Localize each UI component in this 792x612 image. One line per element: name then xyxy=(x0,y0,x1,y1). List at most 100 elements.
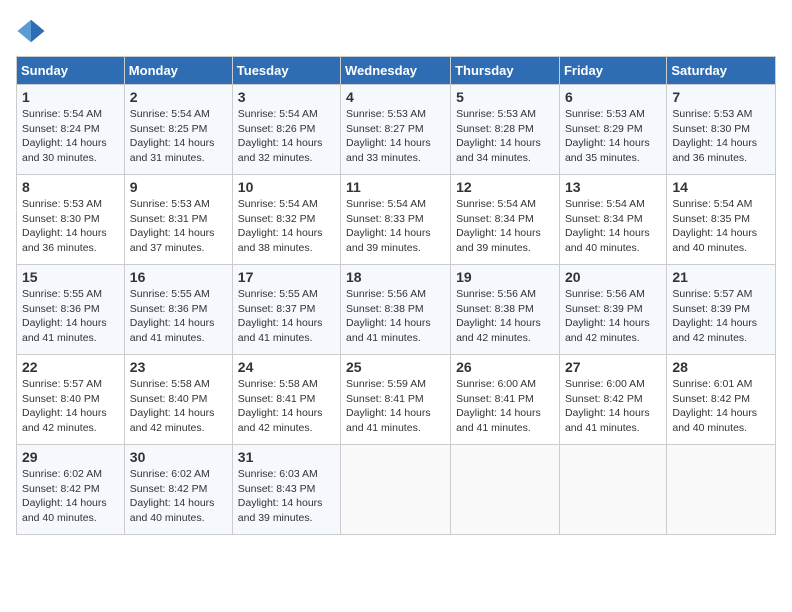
day-info: Sunrise: 6:03 AMSunset: 8:43 PMDaylight:… xyxy=(238,467,335,526)
day-number: 13 xyxy=(565,179,661,195)
day-number: 31 xyxy=(238,449,335,465)
calendar-header-row: SundayMondayTuesdayWednesdayThursdayFrid… xyxy=(17,57,776,85)
calendar-cell: 12 Sunrise: 5:54 AMSunset: 8:34 PMDayligh… xyxy=(451,175,560,265)
day-info: Sunrise: 5:54 AMSunset: 8:24 PMDaylight:… xyxy=(22,107,119,166)
calendar-cell: 5 Sunrise: 5:53 AMSunset: 8:28 PMDaylight… xyxy=(451,85,560,175)
calendar-week-row: 15 Sunrise: 5:55 AMSunset: 8:36 PMDayligh… xyxy=(17,265,776,355)
calendar-cell xyxy=(559,445,666,535)
day-info: Sunrise: 5:54 AMSunset: 8:35 PMDaylight:… xyxy=(672,197,770,256)
calendar-cell: 11 Sunrise: 5:54 AMSunset: 8:33 PMDayligh… xyxy=(341,175,451,265)
day-info: Sunrise: 6:00 AMSunset: 8:42 PMDaylight:… xyxy=(565,377,661,436)
calendar-week-row: 29 Sunrise: 6:02 AMSunset: 8:42 PMDayligh… xyxy=(17,445,776,535)
day-number: 6 xyxy=(565,89,661,105)
day-number: 15 xyxy=(22,269,119,285)
calendar-header-thursday: Thursday xyxy=(451,57,560,85)
calendar-cell: 15 Sunrise: 5:55 AMSunset: 8:36 PMDayligh… xyxy=(17,265,125,355)
calendar-header-tuesday: Tuesday xyxy=(232,57,340,85)
calendar-cell: 17 Sunrise: 5:55 AMSunset: 8:37 PMDayligh… xyxy=(232,265,340,355)
day-info: Sunrise: 5:57 AMSunset: 8:40 PMDaylight:… xyxy=(22,377,119,436)
day-number: 3 xyxy=(238,89,335,105)
day-info: Sunrise: 5:55 AMSunset: 8:36 PMDaylight:… xyxy=(130,287,227,346)
day-number: 8 xyxy=(22,179,119,195)
day-number: 10 xyxy=(238,179,335,195)
logo xyxy=(16,16,50,46)
calendar-header-friday: Friday xyxy=(559,57,666,85)
day-number: 21 xyxy=(672,269,770,285)
day-info: Sunrise: 5:54 AMSunset: 8:34 PMDaylight:… xyxy=(565,197,661,256)
calendar-cell xyxy=(667,445,776,535)
day-number: 28 xyxy=(672,359,770,375)
calendar-cell: 19 Sunrise: 5:56 AMSunset: 8:38 PMDayligh… xyxy=(451,265,560,355)
calendar-cell: 6 Sunrise: 5:53 AMSunset: 8:29 PMDaylight… xyxy=(559,85,666,175)
calendar-cell: 27Sunrise: 6:00 AMSunset: 8:42 PMDayligh… xyxy=(559,355,666,445)
calendar-cell: 3 Sunrise: 5:54 AMSunset: 8:26 PMDaylight… xyxy=(232,85,340,175)
calendar-table: SundayMondayTuesdayWednesdayThursdayFrid… xyxy=(16,56,776,535)
day-number: 16 xyxy=(130,269,227,285)
day-info: Sunrise: 5:53 AMSunset: 8:27 PMDaylight:… xyxy=(346,107,445,166)
day-info: Sunrise: 5:56 AMSunset: 8:39 PMDaylight:… xyxy=(565,287,661,346)
day-info: Sunrise: 5:57 AMSunset: 8:39 PMDaylight:… xyxy=(672,287,770,346)
day-info: Sunrise: 5:55 AMSunset: 8:36 PMDaylight:… xyxy=(22,287,119,346)
day-info: Sunrise: 5:56 AMSunset: 8:38 PMDaylight:… xyxy=(456,287,554,346)
day-info: Sunrise: 5:54 AMSunset: 8:32 PMDaylight:… xyxy=(238,197,335,256)
day-number: 4 xyxy=(346,89,445,105)
day-number: 19 xyxy=(456,269,554,285)
calendar-cell: 8Sunrise: 5:53 AMSunset: 8:30 PMDaylight… xyxy=(17,175,125,265)
calendar-cell: 9Sunrise: 5:53 AMSunset: 8:31 PMDaylight… xyxy=(124,175,232,265)
calendar-week-row: 22 Sunrise: 5:57 AMSunset: 8:40 PMDayligh… xyxy=(17,355,776,445)
day-number: 11 xyxy=(346,179,445,195)
calendar-cell: 24 Sunrise: 5:58 AMSunset: 8:41 PMDayligh… xyxy=(232,355,340,445)
day-info: Sunrise: 5:54 AMSunset: 8:25 PMDaylight:… xyxy=(130,107,227,166)
day-number: 25 xyxy=(346,359,445,375)
calendar-cell: 31 Sunrise: 6:03 AMSunset: 8:43 PMDayligh… xyxy=(232,445,340,535)
day-number: 14 xyxy=(672,179,770,195)
day-number: 1 xyxy=(22,89,119,105)
calendar-header-saturday: Saturday xyxy=(667,57,776,85)
day-number: 20 xyxy=(565,269,661,285)
calendar-cell: 21 Sunrise: 5:57 AMSunset: 8:39 PMDayligh… xyxy=(667,265,776,355)
calendar-cell: 2 Sunrise: 5:54 AMSunset: 8:25 PMDaylight… xyxy=(124,85,232,175)
day-info: Sunrise: 6:01 AMSunset: 8:42 PMDaylight:… xyxy=(672,377,770,436)
calendar-header-wednesday: Wednesday xyxy=(341,57,451,85)
day-number: 12 xyxy=(456,179,554,195)
day-number: 24 xyxy=(238,359,335,375)
day-number: 17 xyxy=(238,269,335,285)
page-header xyxy=(16,16,776,46)
day-info: Sunrise: 5:55 AMSunset: 8:37 PMDaylight:… xyxy=(238,287,335,346)
day-number: 2 xyxy=(130,89,227,105)
calendar-cell: 1 Sunrise: 5:54 AMSunset: 8:24 PMDaylight… xyxy=(17,85,125,175)
calendar-header-monday: Monday xyxy=(124,57,232,85)
calendar-cell: 4 Sunrise: 5:53 AMSunset: 8:27 PMDaylight… xyxy=(341,85,451,175)
calendar-cell: 20 Sunrise: 5:56 AMSunset: 8:39 PMDayligh… xyxy=(559,265,666,355)
day-info: Sunrise: 6:02 AMSunset: 8:42 PMDaylight:… xyxy=(130,467,227,526)
day-info: Sunrise: 5:53 AMSunset: 8:31 PMDaylight:… xyxy=(130,197,227,256)
day-info: Sunrise: 6:00 AMSunset: 8:41 PMDaylight:… xyxy=(456,377,554,436)
calendar-header-sunday: Sunday xyxy=(17,57,125,85)
day-info: Sunrise: 5:58 AMSunset: 8:41 PMDaylight:… xyxy=(238,377,335,436)
calendar-cell xyxy=(451,445,560,535)
calendar-cell: 26 Sunrise: 6:00 AMSunset: 8:41 PMDayligh… xyxy=(451,355,560,445)
calendar-cell: 10 Sunrise: 5:54 AMSunset: 8:32 PMDayligh… xyxy=(232,175,340,265)
day-info: Sunrise: 5:53 AMSunset: 8:30 PMDaylight:… xyxy=(672,107,770,166)
day-info: Sunrise: 5:56 AMSunset: 8:38 PMDaylight:… xyxy=(346,287,445,346)
calendar-cell: 18 Sunrise: 5:56 AMSunset: 8:38 PMDayligh… xyxy=(341,265,451,355)
day-number: 23 xyxy=(130,359,227,375)
day-info: Sunrise: 5:53 AMSunset: 8:28 PMDaylight:… xyxy=(456,107,554,166)
day-info: Sunrise: 5:54 AMSunset: 8:26 PMDaylight:… xyxy=(238,107,335,166)
day-number: 22 xyxy=(22,359,119,375)
calendar-cell: 7Sunrise: 5:53 AMSunset: 8:30 PMDaylight… xyxy=(667,85,776,175)
day-number: 5 xyxy=(456,89,554,105)
calendar-cell xyxy=(341,445,451,535)
calendar-cell: 28 Sunrise: 6:01 AMSunset: 8:42 PMDayligh… xyxy=(667,355,776,445)
day-info: Sunrise: 5:54 AMSunset: 8:33 PMDaylight:… xyxy=(346,197,445,256)
day-number: 29 xyxy=(22,449,119,465)
calendar-cell: 30 Sunrise: 6:02 AMSunset: 8:42 PMDayligh… xyxy=(124,445,232,535)
calendar-cell: 29 Sunrise: 6:02 AMSunset: 8:42 PMDayligh… xyxy=(17,445,125,535)
day-info: Sunrise: 5:54 AMSunset: 8:34 PMDaylight:… xyxy=(456,197,554,256)
calendar-cell: 25Sunrise: 5:59 AMSunset: 8:41 PMDayligh… xyxy=(341,355,451,445)
day-number: 30 xyxy=(130,449,227,465)
day-info: Sunrise: 6:02 AMSunset: 8:42 PMDaylight:… xyxy=(22,467,119,526)
day-number: 26 xyxy=(456,359,554,375)
day-info: Sunrise: 5:53 AMSunset: 8:29 PMDaylight:… xyxy=(565,107,661,166)
day-number: 18 xyxy=(346,269,445,285)
